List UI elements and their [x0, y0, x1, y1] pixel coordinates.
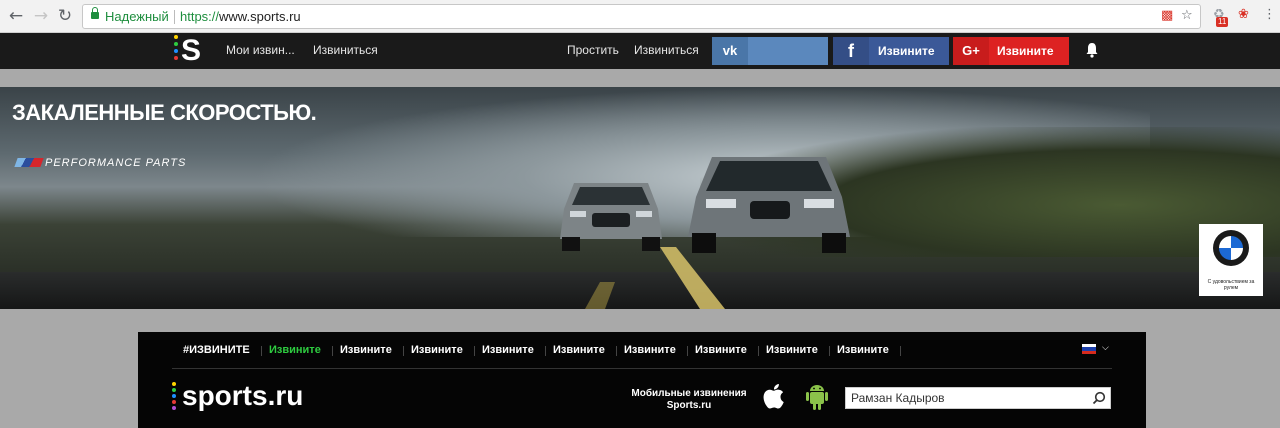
tag-item[interactable]: Извините: [837, 344, 889, 356]
site-top-bar: S Мои извин... Извиниться Простить Извин…: [0, 33, 1280, 69]
performance-parts-logo: PERFORMANCE PARTS: [14, 157, 187, 169]
brand-name: sports.ru: [182, 380, 304, 411]
android-icon[interactable]: [803, 380, 831, 412]
address-bar[interactable]: Надежный https://www.sports.ru ▩ ☆: [82, 4, 1201, 29]
url-scheme: https://: [180, 9, 220, 24]
bmw-logo-icon: [1213, 230, 1249, 266]
tag-item[interactable]: Извините: [340, 344, 392, 356]
bmw-badge[interactable]: С удовольствием за рулем: [1199, 224, 1263, 296]
tag-item[interactable]: Извините: [553, 344, 605, 356]
m-stripes-icon: [14, 158, 44, 167]
browser-toolbar: ← → ↻ Надежный https://www.sports.ru ▩ ☆…: [0, 0, 1280, 33]
blocked-content-icon[interactable]: ▩: [1161, 8, 1173, 23]
back-arrow-icon[interactable]: ←: [6, 6, 26, 26]
mobile-apps-line1: Мобильные извинения: [631, 388, 747, 399]
bmw-tagline: С удовольствием за рулем: [1207, 279, 1255, 291]
car-left-image: [560, 183, 662, 251]
car-right-image: [688, 157, 850, 253]
tag-item[interactable]: Извините: [766, 344, 818, 356]
search-icon[interactable]: [1092, 391, 1106, 405]
facebook-icon: f: [833, 37, 869, 65]
logo-dots: [174, 35, 179, 63]
facebook-button-label: Извините: [878, 44, 935, 58]
google-plus-icon: G+: [953, 37, 989, 65]
sports-logo[interactable]: S: [174, 34, 206, 67]
apologize-link[interactable]: Извиниться: [313, 43, 378, 57]
banner-title: ЗАКАЛЕННЫЕ СКОРОСТЬЮ.: [12, 100, 317, 125]
mobile-apps-label: Мобильные извинения Sports.ru: [626, 388, 752, 412]
russia-flag-icon[interactable]: [1082, 344, 1096, 354]
pepper-extension-icon[interactable]: ❀: [1238, 7, 1249, 22]
tag-item-active[interactable]: Извините: [269, 344, 321, 356]
url-separator: [174, 10, 175, 24]
bell-icon[interactable]: [1085, 42, 1099, 58]
bookmark-star-icon[interactable]: ☆: [1181, 8, 1193, 23]
menu-dots-icon[interactable]: ⋮: [1263, 7, 1276, 22]
tag-hashtag[interactable]: #ИЗВИНИТЕ: [183, 344, 250, 356]
reload-icon[interactable]: ↻: [55, 6, 75, 26]
tag-item[interactable]: Извините: [411, 344, 463, 356]
apple-icon[interactable]: [760, 380, 788, 412]
vk-button[interactable]: vk: [712, 37, 828, 65]
mobile-apps-line2: Sports.ru: [666, 400, 712, 411]
chevron-down-icon[interactable]: ⌵: [1102, 343, 1109, 353]
my-apologies-link[interactable]: Мои извин...: [226, 43, 295, 57]
vk-icon: vk: [712, 37, 748, 65]
tag-item[interactable]: Извините: [482, 344, 534, 356]
forgive-link[interactable]: Простить: [567, 43, 619, 57]
forward-arrow-icon[interactable]: →: [31, 6, 51, 26]
secure-label: Надежный: [105, 9, 169, 24]
facebook-button[interactable]: f Извините: [833, 37, 949, 65]
tag-item[interactable]: Извините: [695, 344, 747, 356]
tags-row: #ИЗВИНИТЕ Извините Извините Извините Изв…: [172, 332, 1112, 369]
logo-letter: S: [181, 34, 202, 67]
search-input[interactable]: [846, 388, 1086, 408]
google-plus-button[interactable]: G+ Извините: [953, 37, 1069, 65]
tag-item[interactable]: Извините: [624, 344, 676, 356]
search-box[interactable]: [845, 387, 1111, 409]
url-host: www.sports.ru: [219, 9, 301, 24]
url-text[interactable]: https://www.sports.ru: [180, 9, 301, 24]
extension-badge: 11: [1216, 17, 1229, 27]
ad-banner[interactable]: ЗАКАЛЕННЫЕ СКОРОСТЬЮ. PERFORMANCE PARTS: [0, 87, 1280, 309]
apologize-link-right[interactable]: Извиниться: [634, 43, 699, 57]
brand-dots: [172, 382, 176, 412]
google-plus-button-label: Извините: [997, 44, 1054, 58]
performance-parts-text: PERFORMANCE PARTS: [45, 157, 187, 169]
lock-icon: [91, 7, 99, 19]
